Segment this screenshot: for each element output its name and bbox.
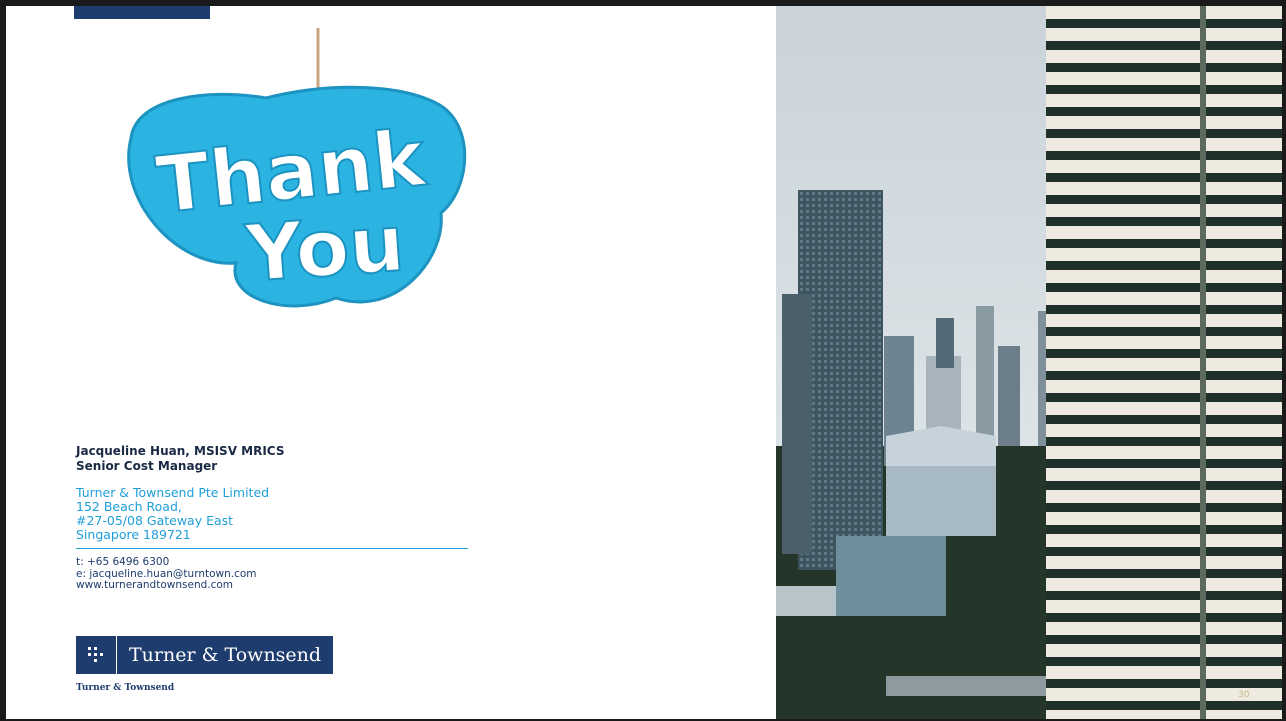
thank-you-tag-image: Thank You bbox=[127, 28, 467, 308]
company-name: Turner & Townsend Pte Limited bbox=[76, 485, 270, 500]
city-skyline-photo bbox=[776, 6, 1282, 719]
slide: Thank You Jacqueline Huan, MSISV MRICS S… bbox=[6, 6, 1282, 719]
logo-text: Turner & Townsend bbox=[129, 644, 322, 666]
logo-mark-icon bbox=[76, 636, 117, 674]
address-block: Turner & Townsend Pte Limited 152 Beach … bbox=[76, 486, 476, 542]
contact-title: Senior Cost Manager bbox=[76, 459, 218, 473]
company-logo: Turner & Townsend bbox=[76, 636, 333, 674]
you-text: You bbox=[242, 199, 407, 300]
phone-text: t: +65 6496 6300 bbox=[76, 556, 170, 568]
website-link[interactable]: www.turnerandtownsend.com bbox=[76, 579, 476, 592]
contact-name: Jacqueline Huan, MSISV MRICS bbox=[76, 444, 285, 458]
address-line: 152 Beach Road, bbox=[76, 499, 182, 514]
accent-bar bbox=[74, 6, 210, 19]
divider bbox=[76, 548, 468, 549]
contact-block: Jacqueline Huan, MSISV MRICS Senior Cost… bbox=[76, 444, 476, 592]
footer-brand: Turner & Townsend bbox=[76, 683, 175, 693]
page-number: 30 bbox=[1238, 690, 1250, 700]
address-line: Singapore 189721 bbox=[76, 527, 191, 542]
address-line: #27-05/08 Gateway East bbox=[76, 513, 234, 528]
